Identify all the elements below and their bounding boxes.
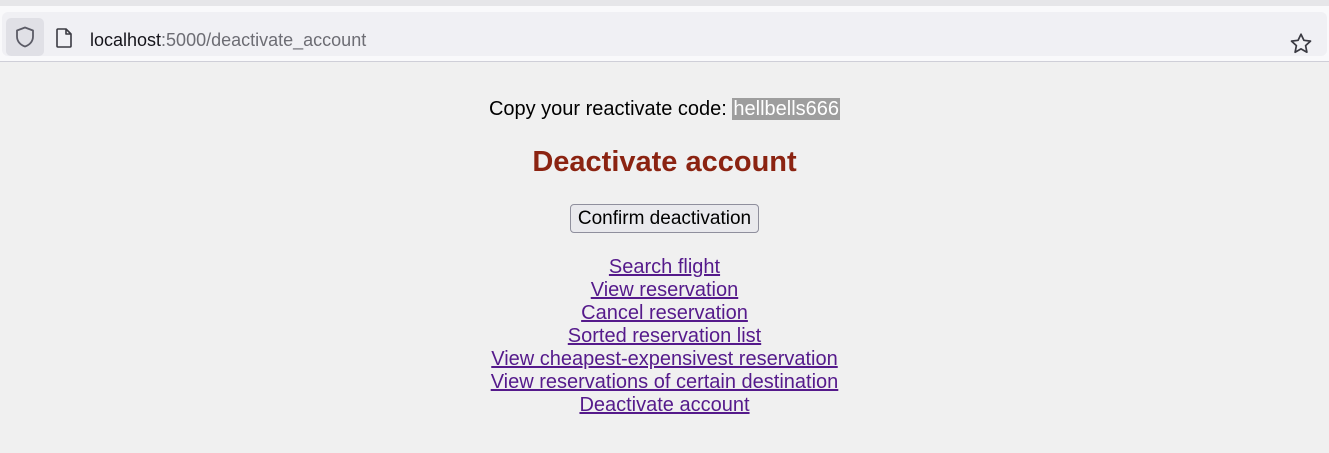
navigation-links: Search flight View reservation Cancel re… — [0, 256, 1329, 417]
link-cheapest-expensivest-reservation[interactable]: View cheapest-expensivest reservation — [491, 348, 837, 371]
link-reservations-by-destination[interactable]: View reservations of certain destination — [491, 371, 839, 394]
reactivate-code-value[interactable]: hellbells666 — [732, 98, 841, 120]
reactivate-code-line: Copy your reactivate code: hellbells666 — [0, 97, 1329, 121]
shield-icon — [16, 26, 34, 48]
url-host: localhost — [90, 30, 162, 50]
link-view-reservation[interactable]: View reservation — [591, 279, 738, 302]
confirm-form: Confirm deactivation — [0, 204, 1329, 233]
confirm-deactivation-button[interactable]: Confirm deactivation — [569, 204, 760, 233]
star-icon — [1290, 33, 1312, 54]
address-bar[interactable]: localhost:5000/deactivate_account — [2, 12, 1327, 56]
browser-toolbar: localhost:5000/deactivate_account — [0, 6, 1329, 62]
link-search-flight[interactable]: Search flight — [609, 256, 720, 279]
page-title: Deactivate account — [532, 146, 797, 178]
url-path: :5000/deactivate_account — [161, 30, 367, 50]
tracking-protection-button[interactable] — [6, 18, 44, 56]
page-icon — [54, 28, 74, 48]
url-text[interactable]: localhost:5000/deactivate_account — [90, 29, 366, 51]
link-deactivate-account[interactable]: Deactivate account — [579, 394, 749, 417]
link-sorted-reservation-list[interactable]: Sorted reservation list — [568, 325, 761, 348]
link-cancel-reservation[interactable]: Cancel reservation — [581, 302, 748, 325]
bookmark-button[interactable] — [1287, 30, 1315, 58]
reactivate-code-label: Copy your reactivate code: — [488, 98, 733, 120]
